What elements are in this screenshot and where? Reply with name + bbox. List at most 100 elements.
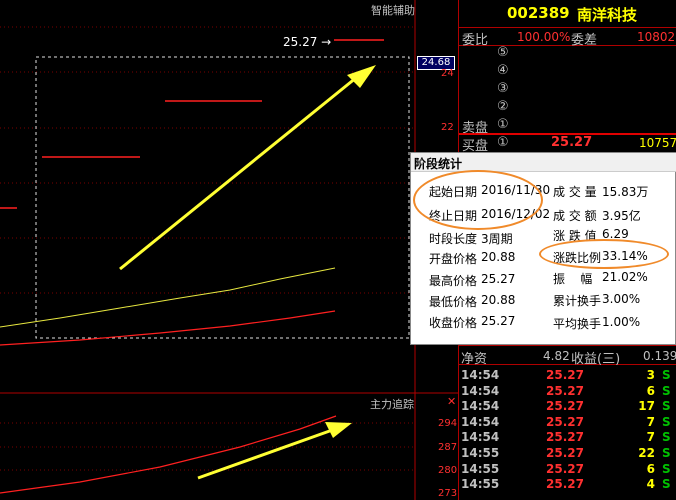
lower-axis-label-294: 294 [438, 418, 458, 429]
trend-arrow-lower-head [325, 422, 352, 438]
tick-row: 14:55 25.27 6 S [459, 462, 676, 478]
tick-volume: 17 [638, 399, 655, 414]
tick-volume: 22 [638, 446, 655, 460]
tick-time: 14:54 [461, 368, 500, 382]
tick-side: S [662, 368, 671, 382]
tick-volume: 3 [646, 368, 655, 382]
stock-name: 南洋科技 [577, 6, 638, 24]
weibi-label: 委比 [462, 33, 489, 48]
cum-turnover-value: 3.00% [602, 292, 641, 306]
net-assets-label: 净资 [461, 352, 488, 367]
eps-label: 收益(三) [571, 352, 621, 367]
selection-box [35, 56, 410, 339]
buy-volume: 10757 [639, 136, 676, 150]
tick-price: 25.27 [546, 414, 584, 429]
close-price-label: 收盘价格 [429, 316, 478, 330]
tick-row: 14:54 25.27 6 S [459, 384, 676, 400]
volume-value: 15.83万 [602, 185, 649, 199]
buy-level-1: ① [497, 135, 509, 150]
high-price-value: 25.27 [481, 272, 516, 286]
open-price-label: 开盘价格 [429, 252, 478, 266]
lower-axis-label-287: 287 [438, 442, 458, 453]
stage-stats-header[interactable]: 阶段统计 × [411, 153, 676, 172]
tick-price: 25.27 [546, 477, 584, 492]
y-axis-label-22: 22 [441, 122, 454, 133]
tick-volume: 7 [646, 430, 655, 445]
sell-level-5: ⑤ [497, 45, 509, 60]
chart-canvas [0, 0, 458, 500]
smart-assist-label[interactable]: 智能辅助 [371, 2, 415, 18]
tick-row: 14:54 25.27 17 S [459, 399, 676, 415]
tick-side: S [662, 383, 671, 398]
sell-level-2: ② [497, 99, 509, 114]
tick-row: 14:54 25.27 7 S [459, 415, 676, 431]
price-annotation: 25.27 → [283, 35, 332, 49]
close-icon[interactable]: × [414, 155, 673, 169]
tick-row: 14:54 25.27 3 S [459, 368, 676, 384]
stock-title-bar: 002389 南洋科技 [459, 0, 676, 28]
weibi-row: 委比 100.00% 委差 10802 [459, 28, 676, 48]
tick-price: 25.27 [546, 430, 584, 445]
avg-turnover-label: 平均换手 [553, 317, 602, 331]
tick-row: 14:55 25.27 22 S [459, 446, 676, 462]
buy-price: 25.27 [551, 135, 593, 150]
tick-row: 14:55 25.27 4 S [459, 477, 676, 493]
sell-level-4: ④ [497, 63, 509, 78]
tick-volume: 6 [646, 461, 655, 476]
tick-time: 14:55 [461, 461, 500, 476]
amplitude-value: 21.02% [602, 270, 648, 284]
tick-price: 25.27 [546, 399, 584, 414]
stage-stats-dialog: 阶段统计 × 起始日期 2016/11/30 终止日期 2016/12/02 时… [410, 152, 676, 345]
tick-row: 14:54 25.27 7 S [459, 430, 676, 446]
tick-price: 25.27 [546, 446, 584, 460]
sell-level-3: ③ [497, 81, 509, 96]
duration-label: 时段长度 [429, 232, 478, 246]
lower-axis-label-280: 280 [438, 465, 458, 476]
tick-time: 14:54 [461, 399, 500, 414]
duration-value: 3周期 [481, 232, 513, 246]
sell-level-1: ① [497, 117, 509, 132]
weibi-value: 100.00% [517, 30, 571, 44]
tick-side: S [662, 477, 671, 492]
cum-turnover-label: 累计换手 [553, 294, 602, 308]
lower-panel-close-icon[interactable]: ✕ [447, 395, 456, 408]
close-price-value: 25.27 [481, 314, 516, 328]
amplitude-label: 振 幅 [553, 272, 593, 286]
low-price-value: 20.88 [481, 293, 516, 307]
tick-volume: 4 [646, 477, 655, 492]
pct-highlight-ring [539, 239, 669, 269]
tick-side: S [662, 430, 671, 445]
price-chart[interactable]: 智能辅助 25.27 → 24.68 24 22 20 18 主力追踪 ✕ 29… [0, 0, 458, 500]
volume-label: 成 交 量 [553, 185, 597, 199]
weicha-value: 10802 [637, 30, 676, 44]
tick-time: 14:55 [461, 477, 500, 492]
stock-code: 002389 [507, 4, 570, 22]
tick-price: 25.27 [546, 383, 584, 398]
main-force-title[interactable]: 主力追踪 [370, 396, 414, 412]
tick-time: 14:54 [461, 383, 500, 398]
tick-price: 25.27 [546, 368, 584, 382]
tick-time: 14:55 [461, 446, 500, 460]
tick-time: 14:54 [461, 414, 500, 429]
lower-axis-label-273: 273 [438, 488, 458, 499]
trend-arrow-upper [119, 71, 363, 271]
lower-panel-line [0, 415, 337, 494]
high-price-label: 最高价格 [429, 274, 478, 288]
chart-grid [0, 26, 415, 471]
tick-volume: 6 [646, 383, 655, 398]
trend-arrow-upper-head [347, 65, 376, 88]
tick-side: S [662, 414, 671, 429]
weicha-label: 委差 [571, 33, 598, 48]
amount-label: 成 交 额 [553, 209, 597, 223]
y-axis-label-24: 24 [441, 68, 454, 79]
eps-value: 0.139 [643, 349, 676, 363]
tick-price: 25.27 [546, 461, 584, 476]
open-price-value: 20.88 [481, 250, 516, 264]
net-assets-row: 净资 4.82 收益(三) 0.139 [459, 345, 676, 367]
tick-side: S [662, 446, 671, 460]
date-highlight-ring [413, 170, 543, 230]
avg-turnover-value: 1.00% [602, 315, 641, 329]
low-price-label: 最低价格 [429, 295, 478, 309]
net-assets-value: 4.82 [543, 349, 570, 363]
ma-line-red [0, 310, 336, 346]
